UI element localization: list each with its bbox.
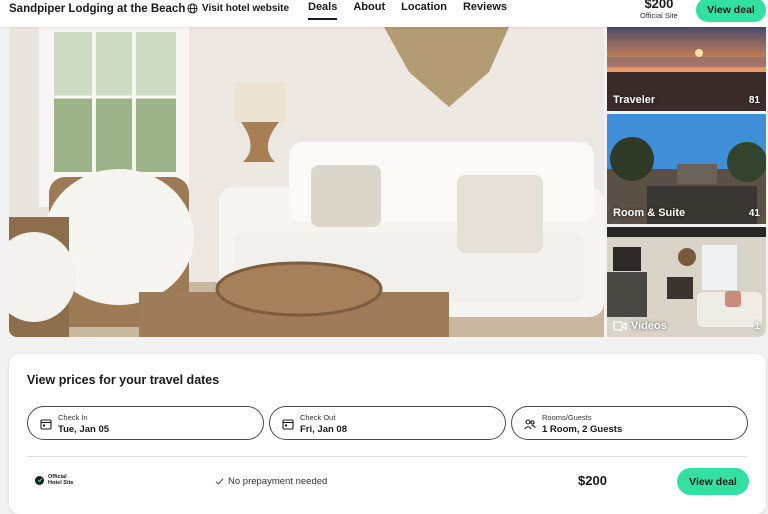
logo-line-2: Hotel Site: [48, 480, 74, 486]
prices-title: View prices for your travel dates: [27, 373, 220, 387]
rooms-guests-field[interactable]: Rooms/Guests 1 Room, 2 Guests: [511, 406, 748, 440]
check-out-value: Fri, Jan 08: [300, 424, 347, 435]
thumbnail-room-suite-count: 41: [748, 208, 760, 219]
section-tabs: Deals About Location Reviews: [308, 0, 523, 20]
check-badge-icon: [35, 475, 44, 485]
thumbnail-room-suite[interactable]: Room & Suite 41: [607, 114, 766, 224]
prices-card: View prices for your travel dates Check …: [9, 354, 766, 514]
thumbnail-traveler-label: Traveler: [613, 94, 656, 106]
no-prepayment-note: No prepayment needed: [215, 476, 327, 487]
view-deal-button[interactable]: View deal: [677, 468, 749, 495]
video-camera-icon: [613, 321, 627, 331]
header-price-source: Official Site: [640, 11, 678, 20]
thumbnail-traveler-count: 81: [748, 95, 760, 106]
prices-divider: [27, 456, 747, 457]
check-out-field[interactable]: Check Out Fri, Jan 08: [269, 406, 506, 440]
visit-website-link[interactable]: Visit hotel website: [187, 3, 289, 14]
thumbnail-room-suite-label: Room & Suite: [613, 207, 686, 219]
living-room-image: [9, 27, 604, 337]
rooms-guests-label: Rooms/Guests: [542, 413, 592, 422]
check-in-label: Check In: [58, 413, 88, 422]
check-in-field[interactable]: Check In Tue, Jan 05: [27, 406, 264, 440]
thumbnail-videos-count: 1: [754, 321, 760, 332]
official-site-logo: Official Hotel Site: [35, 474, 78, 486]
thumbnail-videos[interactable]: Videos 1: [607, 227, 766, 337]
videos-label-text: Videos: [631, 320, 667, 332]
calendar-icon: [282, 419, 294, 430]
hotel-name: Sandpiper Lodging at the Beach: [9, 3, 186, 15]
check-in-value: Tue, Jan 05: [58, 424, 110, 435]
check-out-label: Check Out: [300, 413, 336, 422]
tab-reviews[interactable]: Reviews: [463, 0, 507, 20]
checkmark-icon: [215, 478, 224, 485]
tab-deals[interactable]: Deals: [308, 0, 338, 20]
globe-icon: [187, 3, 198, 14]
header-price-value: $200: [644, 0, 674, 11]
tab-about[interactable]: About: [353, 0, 385, 20]
no-prepayment-text: No prepayment needed: [228, 476, 328, 487]
thumbnail-traveler[interactable]: Traveler 81: [607, 27, 766, 111]
thumbnail-videos-label: Videos: [613, 320, 667, 332]
official-site-logo-text: Official Hotel Site: [48, 474, 78, 486]
tab-location[interactable]: Location: [401, 0, 447, 20]
visit-website-label: Visit hotel website: [202, 3, 290, 14]
rooms-guests-value: 1 Room, 2 Guests: [542, 424, 623, 435]
top-bar: Sandpiper Lodging at the Beach Visit hot…: [0, 0, 768, 27]
main-photo[interactable]: [9, 27, 604, 337]
header-view-deal-button[interactable]: View deal: [696, 0, 766, 22]
offer-price: $200: [578, 473, 607, 488]
calendar-icon: [40, 419, 52, 430]
header-price: $200 Official Site: [640, 0, 678, 20]
guests-icon: [524, 419, 536, 430]
